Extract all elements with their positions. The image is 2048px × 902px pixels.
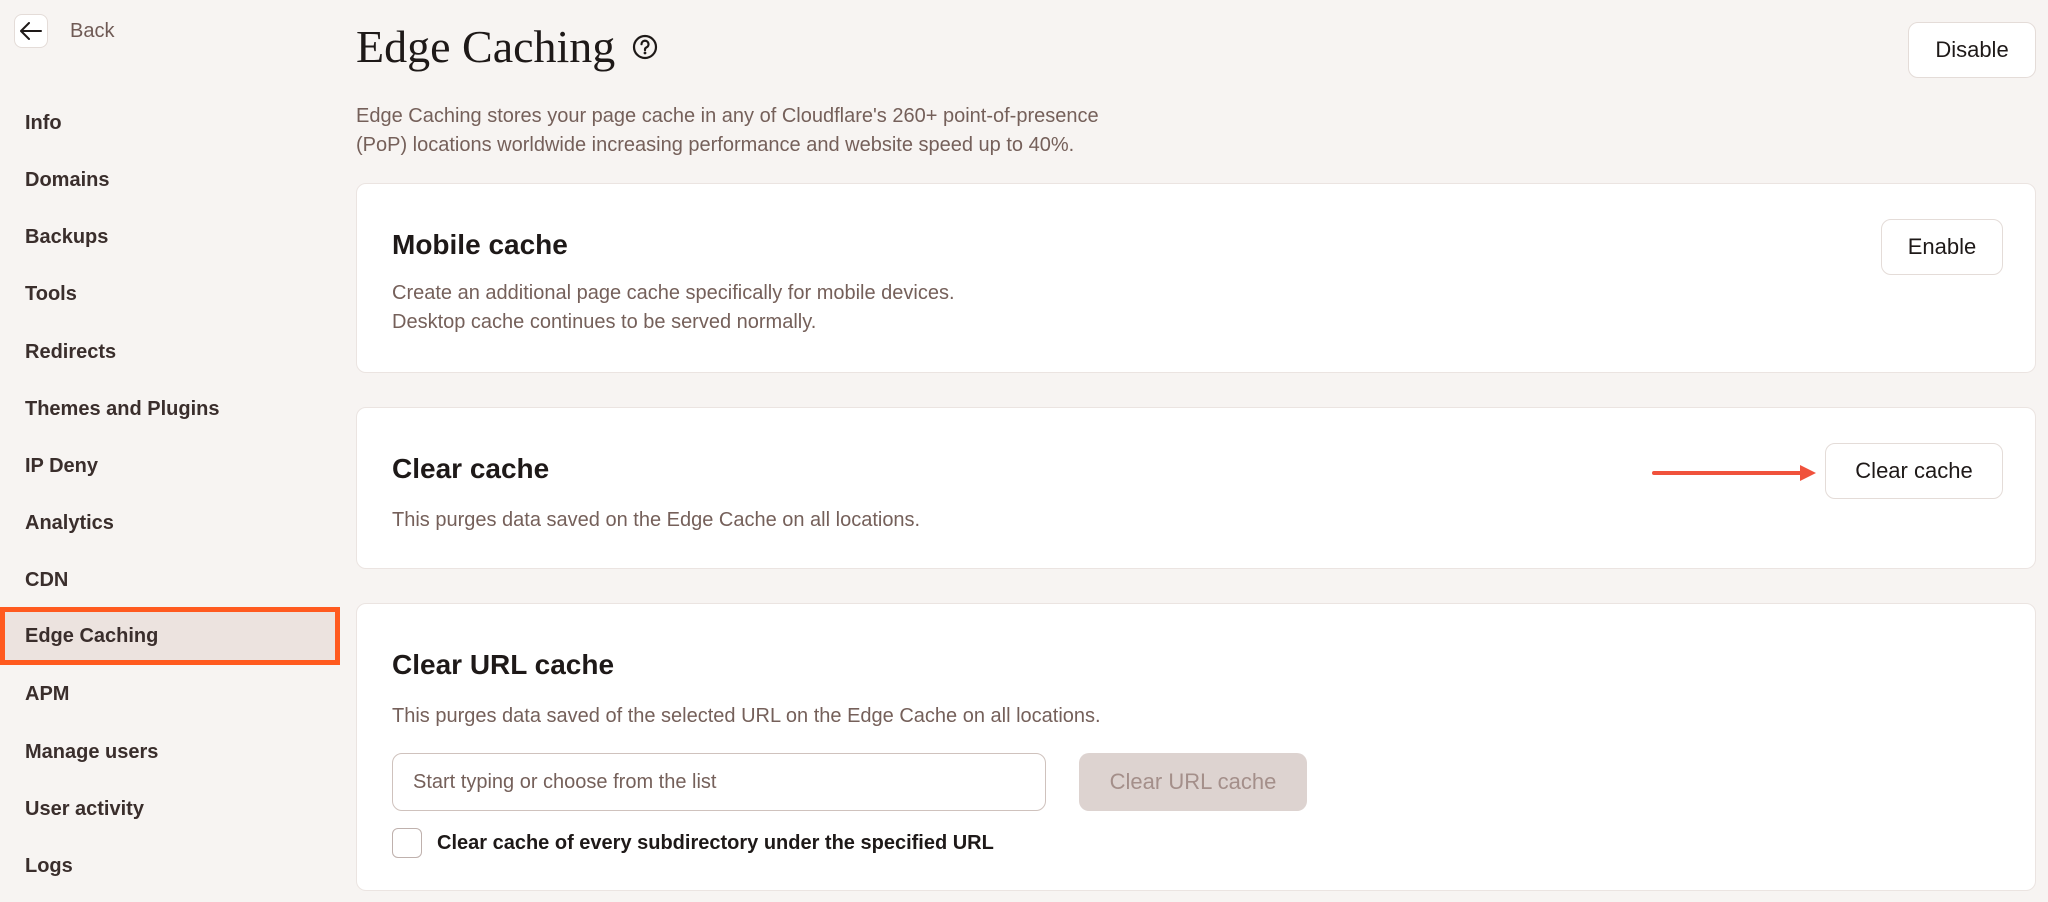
page-title-text: Edge Caching: [356, 21, 616, 72]
question-circle-icon[interactable]: [631, 33, 659, 61]
sidebar-item-info[interactable]: Info: [0, 94, 340, 152]
sidebar-item-logs[interactable]: Logs: [0, 837, 340, 895]
sidebar-item-apm[interactable]: APM: [0, 665, 340, 723]
clear-cache-card: Clear cache This purges data saved on th…: [356, 407, 2036, 569]
enable-mobile-cache-button[interactable]: Enable: [1881, 219, 2003, 275]
sidebar-item-manage-users[interactable]: Manage users: [0, 723, 340, 781]
clear-cache-button[interactable]: Clear cache: [1825, 443, 2003, 499]
sidebar-item-analytics[interactable]: Analytics: [0, 494, 340, 552]
mobile-cache-description-line-1: Create an additional page cache specific…: [392, 282, 955, 304]
sidebar-item-domains[interactable]: Domains: [0, 151, 340, 209]
mobile-cache-description-line-2: Desktop cache continues to be served nor…: [392, 311, 817, 333]
sidebar-item-backups[interactable]: Backups: [0, 208, 340, 266]
sidebar-item-edge-caching[interactable]: Edge Caching: [0, 607, 340, 665]
disable-button[interactable]: Disable: [1908, 22, 2036, 78]
sidebar-item-redirects[interactable]: Redirects: [0, 323, 340, 381]
page-description: Edge Caching stores your page cache in a…: [356, 102, 1256, 160]
sidebar-item-themes-and-plugins[interactable]: Themes and Plugins: [0, 380, 340, 438]
subdirectory-checkbox-label: Clear cache of every subdirectory under …: [437, 832, 994, 854]
arrow-left-icon: [20, 22, 42, 40]
url-search-input[interactable]: [392, 753, 1046, 811]
sidebar: Back Info Domains Backups Tools Redirect…: [0, 0, 345, 902]
sidebar-item-ip-deny[interactable]: IP Deny: [0, 437, 340, 495]
clear-url-cache-description: This purges data saved of the selected U…: [392, 705, 1101, 727]
page-description-line-1: Edge Caching stores your page cache in a…: [356, 105, 1099, 127]
page-title: Edge Caching: [356, 20, 659, 73]
page-description-line-2: (PoP) locations worldwide increasing per…: [356, 134, 1075, 156]
back-label[interactable]: Back: [70, 20, 114, 43]
back-button[interactable]: [14, 14, 48, 48]
mobile-cache-card: Mobile cache Create an additional page c…: [356, 183, 2036, 373]
sidebar-item-cdn[interactable]: CDN: [0, 551, 340, 609]
sidebar-item-user-activity[interactable]: User activity: [0, 780, 340, 838]
clear-url-cache-card: Clear URL cache This purges data saved o…: [356, 603, 2036, 891]
clear-cache-title: Clear cache: [392, 453, 550, 484]
sidebar-item-tools[interactable]: Tools: [0, 265, 340, 323]
pointer-arrow-icon: [1652, 465, 1816, 481]
clear-url-cache-title: Clear URL cache: [392, 649, 615, 680]
mobile-cache-description: Create an additional page cache specific…: [392, 279, 955, 337]
subdirectory-checkbox[interactable]: [392, 828, 422, 858]
back-link[interactable]: Back: [14, 14, 114, 48]
mobile-cache-title: Mobile cache: [392, 229, 568, 260]
clear-cache-description: This purges data saved on the Edge Cache…: [392, 509, 921, 531]
clear-url-cache-button[interactable]: Clear URL cache: [1079, 753, 1307, 811]
